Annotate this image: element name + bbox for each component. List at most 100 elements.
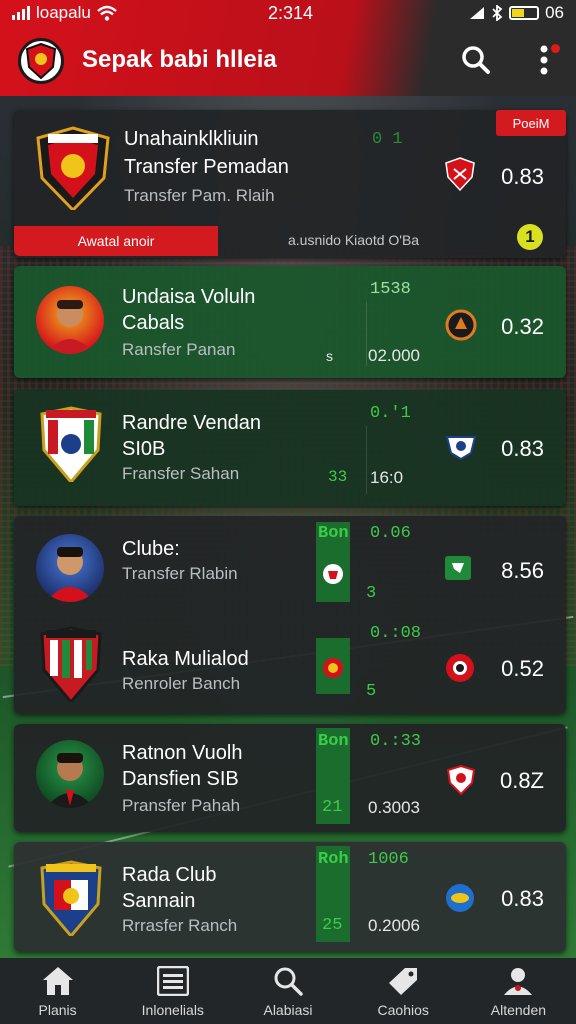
- nav-item-altenden[interactable]: Altenden: [461, 958, 576, 1024]
- nav-item-inlonelials[interactable]: Inlonelials: [115, 958, 230, 1024]
- profile-icon: [504, 968, 533, 995]
- player-subtitle: Ransfer Panan: [122, 340, 236, 359]
- player-subtitle: Fransfer Sahan: [122, 464, 240, 483]
- stat-divider: [366, 426, 367, 494]
- player-stat-top: 0.:08: [370, 624, 422, 643]
- search-button[interactable]: [458, 42, 494, 78]
- player-name-line1: Clube:: [122, 538, 180, 560]
- list-icon: [156, 966, 189, 996]
- player-card[interactable]: Undaisa Voluln Cabals Ransfer Panan 1538…: [14, 266, 566, 378]
- nav-label: Altenden: [490, 1002, 547, 1018]
- battery-percent: 06: [545, 3, 564, 22]
- club-badge-icon: [444, 434, 478, 462]
- featured-tag[interactable]: PoeiM: [496, 110, 566, 136]
- more-vertical-icon: [540, 45, 548, 75]
- player-name-line2: Sannain: [122, 890, 196, 912]
- club-badge-icon: [444, 156, 476, 192]
- player-card[interactable]: Randre Vendan SI0B Fransfer Sahan 0.'1 3…: [14, 390, 566, 506]
- featured-name-line1: Unahainklkliuin: [124, 128, 259, 150]
- featured-stat: 0 1: [372, 130, 403, 149]
- nav-label: Inlonelials: [141, 1002, 204, 1018]
- featured-name-line2: Transfer Pemadan: [124, 156, 289, 178]
- search-icon: [462, 46, 490, 74]
- wifi-icon: [97, 5, 117, 21]
- player-name-line1: Ratnon Vuolh: [122, 742, 243, 764]
- player-name-line1: Rada Club: [122, 864, 217, 886]
- featured-transfer-card[interactable]: Unahainklkliuin Transfer Pemadan Transfe…: [14, 110, 566, 258]
- club-logo[interactable]: [18, 38, 64, 84]
- player-group-card[interactable]: Clube: Transfer Rlabin Bon 0.06 3 8.56 R…: [14, 516, 566, 714]
- search-icon: [274, 967, 303, 996]
- player-stat-top-label: Roh: [318, 850, 349, 869]
- player-name-line1: Raka Mulialod: [122, 648, 249, 670]
- status-bar: loapalu 2:314 06: [0, 0, 576, 26]
- player-stat-top: 0.'1: [370, 404, 411, 423]
- player-stat-bottom: 0.3003: [368, 798, 420, 817]
- club-badge-icon: [319, 560, 347, 588]
- player-stat-top: 1006: [368, 850, 409, 869]
- player-name-line2: Dansfien SIB: [122, 768, 239, 790]
- club-badge-icon: [319, 654, 347, 682]
- featured-strip-middle: a.usnido Kiaotd O'Ba: [288, 232, 420, 248]
- nav-item-planis[interactable]: Planis: [0, 958, 115, 1024]
- club-crest-icon: [40, 406, 102, 482]
- player-name-line2: SI0B: [122, 438, 166, 460]
- bluetooth-icon: [492, 5, 503, 21]
- shield-crest-icon: [25, 43, 57, 79]
- player-value: 0.8Z: [499, 768, 544, 793]
- clock: 2:314: [268, 2, 314, 23]
- nav-item-alabiasi[interactable]: Alabiasi: [230, 958, 345, 1024]
- club-badge-icon: [444, 308, 478, 342]
- player-value: 0.83: [501, 886, 544, 911]
- featured-badge: 1: [517, 224, 543, 250]
- club-crest-icon: [40, 860, 102, 936]
- player-stat-small: s: [326, 348, 333, 364]
- club-crest-icon: [36, 126, 110, 210]
- player-value: 0.32: [501, 314, 544, 339]
- app-title: Sepak babi hlleia: [82, 46, 277, 73]
- player-card[interactable]: Rada Club Sannain Rrrasfer Ranch Roh 25 …: [14, 842, 566, 952]
- battery-icon: [509, 6, 540, 20]
- player-name-line2: Cabals: [122, 312, 185, 334]
- notification-dot: [551, 44, 560, 53]
- player-card[interactable]: Ratnon Vuolh Dansfien SIB Pransfer Pahah…: [14, 724, 566, 832]
- player-stat-top: 0.:33: [370, 732, 422, 751]
- club-crest-icon: [40, 626, 102, 702]
- featured-strip-left[interactable]: Awatal anoir: [14, 226, 218, 256]
- club-badge-icon: [444, 554, 472, 582]
- player-name-line1: Undaisa Voluln: [122, 286, 256, 308]
- bottom-navigation: Planis Inlonelials Alabiasi Caohios Alte…: [0, 958, 576, 1024]
- player-stat-top-label: Bon: [318, 732, 349, 751]
- player-stat-bottom: 5: [366, 682, 377, 701]
- player-stat-top-label: Bon: [318, 524, 349, 543]
- player-stat-top: 1538: [370, 280, 411, 299]
- home-icon: [42, 967, 73, 995]
- stat-divider: [366, 302, 367, 366]
- player-subtitle: Renroler Banch: [122, 674, 241, 693]
- player-stat-small: 25: [322, 916, 343, 935]
- more-button[interactable]: [526, 42, 562, 78]
- nav-label: Alabiasi: [263, 1002, 313, 1018]
- player-stat-bottom: 3: [366, 584, 377, 603]
- cell-signal-icon: [470, 7, 485, 19]
- player-subtitle: Transfer Rlabin: [122, 564, 238, 583]
- player-avatar: [36, 534, 104, 602]
- nav-item-caohios[interactable]: Caohios: [346, 958, 461, 1024]
- player-stat-small: 21: [322, 798, 343, 817]
- player-stat-small: 33: [328, 468, 348, 486]
- player-stat-bottom: 16:0: [370, 468, 404, 487]
- player-stat-top: 0.06: [370, 524, 411, 543]
- player-avatar: [36, 740, 104, 808]
- nav-label: Planis: [38, 1002, 77, 1018]
- player-name-line1: Randre Vendan: [122, 412, 262, 434]
- featured-subtitle: Transfer Pam. Rlaih: [124, 186, 275, 205]
- player-stat-bottom: 02.000: [368, 346, 420, 365]
- player-subtitle: Rrrasfer Ranch: [122, 916, 238, 935]
- featured-value: 0.83: [501, 164, 544, 189]
- player-stat-bottom: 0.2006: [368, 916, 420, 935]
- player-value: 0.83: [501, 436, 544, 461]
- player-value: 0.52: [501, 656, 544, 681]
- player-avatar: [36, 286, 104, 354]
- carrier-label: loapalu: [36, 3, 91, 22]
- club-badge-icon: [444, 882, 476, 914]
